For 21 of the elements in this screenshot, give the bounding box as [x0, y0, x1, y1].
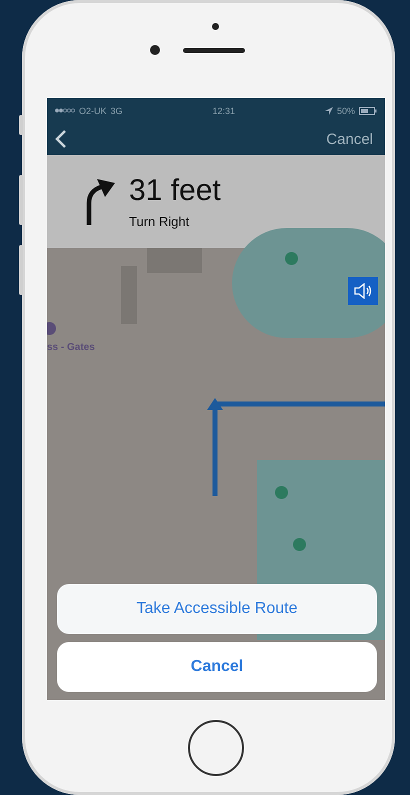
battery-percent: 50% [336, 106, 355, 116]
back-button[interactable] [55, 129, 67, 149]
sensor-icon [150, 45, 160, 55]
sound-button[interactable] [348, 277, 378, 305]
earpiece-icon [183, 48, 245, 53]
distance-text: 31 feet [129, 174, 221, 208]
time-text: 12:31 [212, 106, 236, 116]
camera-icon [212, 23, 219, 30]
carrier-text: O2-UK [79, 106, 107, 116]
signal-icon [55, 108, 75, 113]
place-label: ss - Gates [47, 342, 95, 353]
map-block [147, 248, 202, 273]
cancel-button[interactable]: Cancel [57, 642, 377, 692]
network-text: 3G [110, 106, 123, 116]
action-button[interactable]: Take Accessible Route [57, 584, 377, 634]
battery-icon [358, 106, 377, 114]
instruction-text: Turn Right [129, 214, 190, 229]
speaker-icon [353, 283, 373, 299]
cancel-link[interactable]: Cancel [322, 130, 377, 148]
location-icon [324, 106, 333, 114]
chevron-left-icon [55, 129, 67, 149]
